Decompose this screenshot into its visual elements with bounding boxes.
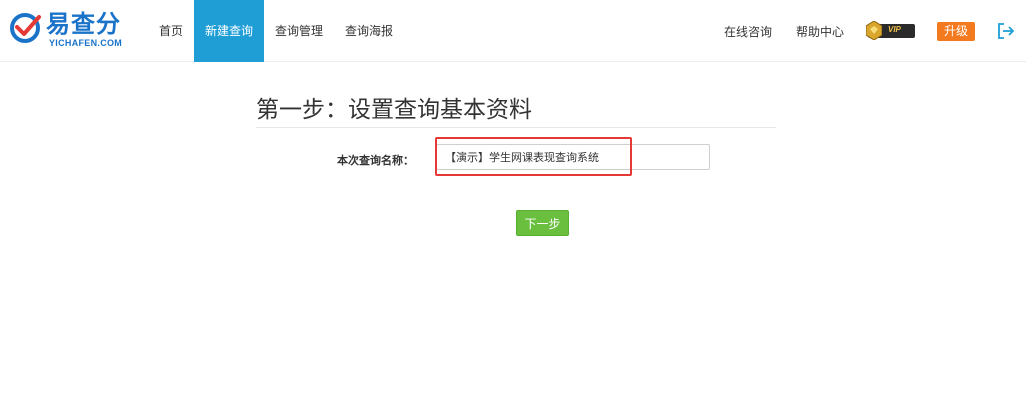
page-title: 第一步：设置查询基本资料 bbox=[256, 97, 532, 123]
title-divider bbox=[256, 127, 776, 128]
right-nav: 在线咨询 帮助中心 VIP 升级 bbox=[724, 0, 1026, 62]
online-consult-link[interactable]: 在线咨询 bbox=[724, 23, 772, 40]
next-step-button[interactable]: 下一步 bbox=[516, 210, 569, 236]
main-nav: 首页 新建查询 查询管理 查询海报 bbox=[148, 0, 404, 62]
nav-item-home[interactable]: 首页 bbox=[148, 0, 194, 62]
query-name-label: 本次查询名称： bbox=[337, 154, 414, 167]
vip-label: VIP bbox=[888, 25, 901, 34]
logout-icon[interactable] bbox=[997, 22, 1015, 40]
checkmark-logo-icon bbox=[10, 13, 41, 43]
vip-gem-icon bbox=[866, 21, 882, 40]
brand-domain: YICHAFEN.COM bbox=[49, 38, 123, 48]
nav-item-query-management[interactable]: 查询管理 bbox=[264, 0, 334, 62]
brand-logo[interactable]: 易查分 YICHAFEN.COM bbox=[10, 10, 130, 52]
query-name-input[interactable] bbox=[436, 144, 710, 170]
vip-badge[interactable]: VIP bbox=[866, 21, 915, 40]
nav-item-new-query[interactable]: 新建查询 bbox=[194, 0, 265, 62]
upgrade-button[interactable]: 升级 bbox=[937, 21, 975, 41]
top-navigation-bar: 易查分 YICHAFEN.COM 首页 新建查询 查询管理 查询海报 在线咨询 … bbox=[0, 0, 1026, 62]
brand-name: 易查分 bbox=[46, 10, 121, 38]
nav-item-query-poster[interactable]: 查询海报 bbox=[334, 0, 404, 62]
help-center-link[interactable]: 帮助中心 bbox=[796, 23, 844, 40]
